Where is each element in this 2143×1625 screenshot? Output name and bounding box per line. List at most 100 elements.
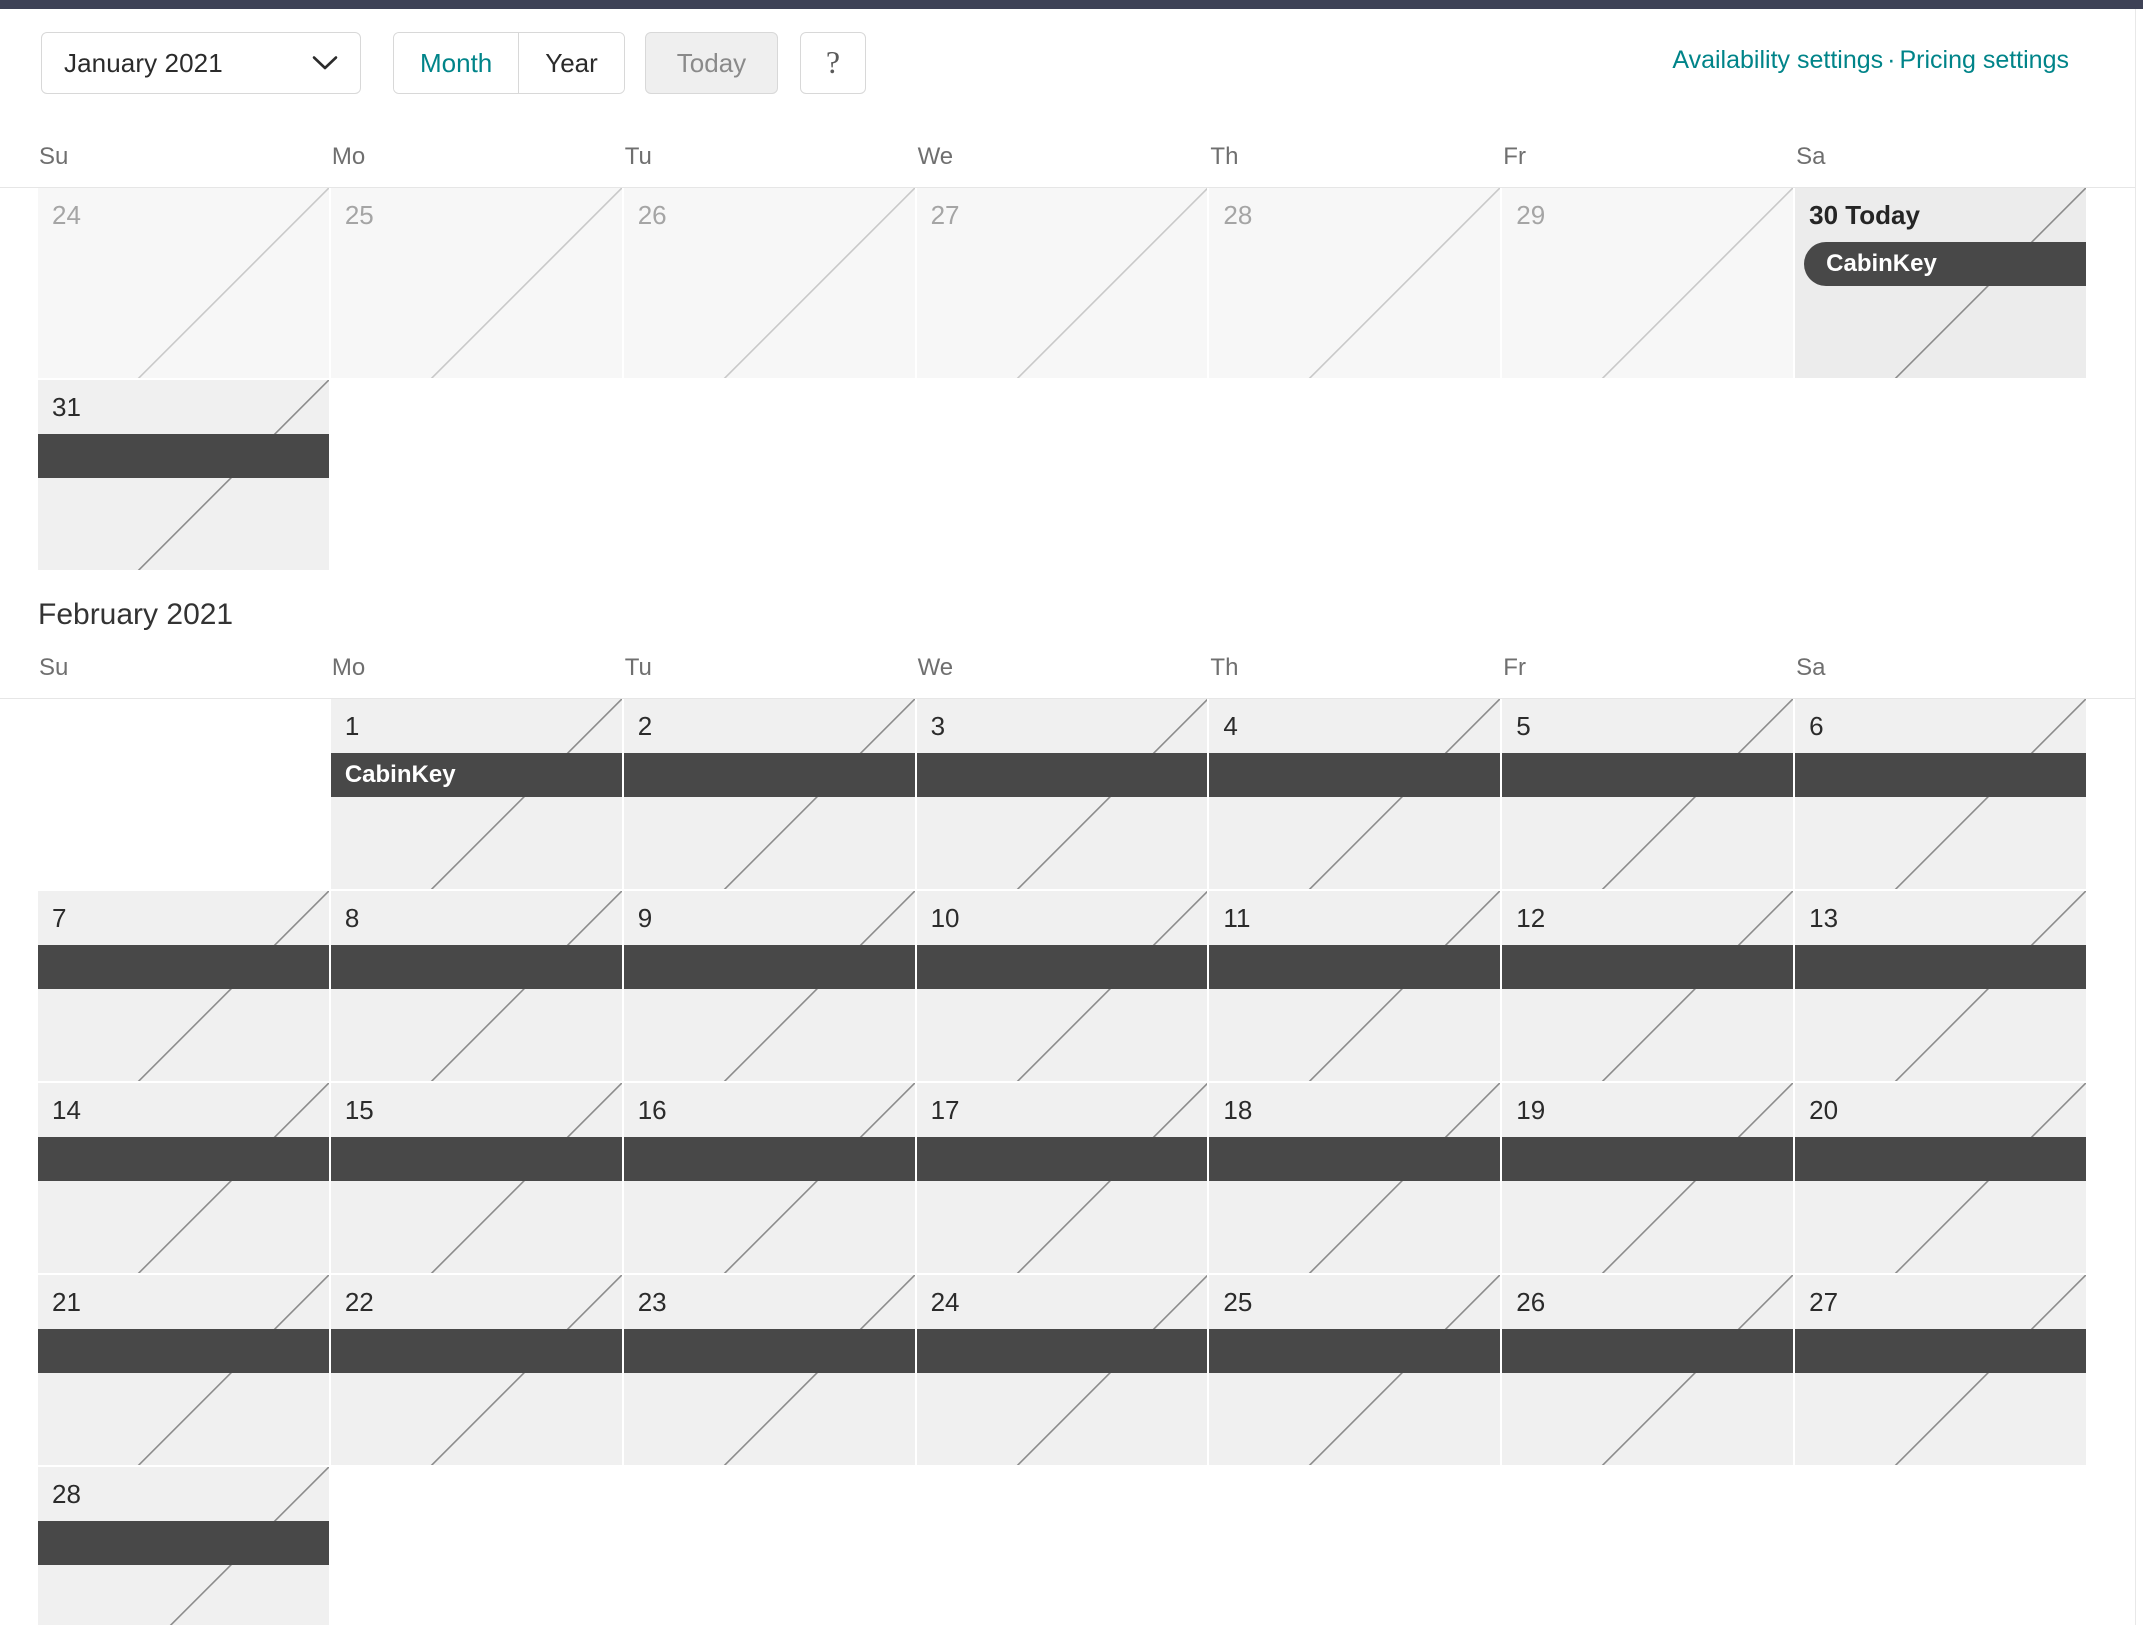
month-selector[interactable]: January 2021 (41, 32, 361, 94)
day-number: 22 (344, 1287, 374, 1317)
calendar-day-cell[interactable]: 30 Today CabinKey (1795, 188, 2088, 380)
calendar-cell-empty (916, 1467, 1210, 1625)
calendar-day-cell[interactable]: 28 (1209, 188, 1503, 380)
view-toggle-group: Month Year (393, 32, 625, 94)
calendar-cell-empty (330, 1467, 624, 1625)
calendar-day-cell[interactable]: 14 (38, 1083, 331, 1275)
day-number: 20 (1809, 1095, 1839, 1125)
calendar-day-cell[interactable]: 18 (1209, 1083, 1503, 1275)
calendar-day-cell[interactable]: 4 (1209, 699, 1503, 891)
weekday-header-row: Su Mo Tu We Th Fr Sa (38, 654, 2088, 698)
calendar-day-cell[interactable]: 27 (916, 188, 1210, 380)
day-number: 3 (930, 711, 946, 741)
calendar-day-cell[interactable]: 21 (38, 1275, 331, 1467)
calendar-day-cell[interactable]: 2 (623, 699, 917, 891)
reservation-bar[interactable] (916, 945, 1208, 989)
calendar-day-cell[interactable]: 3 (916, 699, 1210, 891)
reservation-bar[interactable]: CabinKey (330, 753, 622, 797)
calendar-day-cell[interactable]: 16 (623, 1083, 917, 1275)
calendar-day-cell[interactable]: 26 (1502, 1275, 1796, 1467)
calendar-day-cell[interactable]: 1 CabinKey (330, 699, 624, 891)
weekday-header-fr: Fr (1503, 143, 1526, 170)
calendar-day-cell[interactable]: 29 (1502, 188, 1796, 380)
calendar-cell-empty (38, 699, 331, 891)
reservation-bar[interactable] (623, 945, 915, 989)
today-button[interactable]: Today (645, 32, 778, 94)
blocked-diagonal-icon (331, 188, 622, 380)
reservation-label: CabinKey (1826, 250, 1937, 277)
reservation-bar[interactable] (330, 945, 622, 989)
calendar-cell-empty (1209, 1467, 1503, 1625)
day-number: 5 (1516, 711, 1531, 741)
reservation-bar[interactable] (1502, 753, 1794, 797)
calendar-day-cell[interactable]: 25 (1209, 1275, 1503, 1467)
calendar-day-cell[interactable]: 13 (1795, 891, 2088, 1083)
calendar-day-cell[interactable]: 20 (1795, 1083, 2088, 1275)
calendar-day-cell[interactable]: 8 (330, 891, 624, 1083)
reservation-bar[interactable] (38, 1521, 329, 1565)
reservation-bar[interactable] (623, 1137, 915, 1181)
calendar-day-cell[interactable]: 5 (1502, 699, 1796, 891)
calendar-day-cell[interactable]: 9 (623, 891, 917, 1083)
reservation-bar[interactable] (1209, 753, 1501, 797)
tab-year[interactable]: Year (519, 33, 624, 93)
calendar-day-cell[interactable]: 19 (1502, 1083, 1796, 1275)
reservation-bar[interactable] (1502, 945, 1794, 989)
reservation-bar[interactable] (916, 1329, 1208, 1373)
reservation-bar[interactable] (330, 1329, 622, 1373)
availability-settings-link[interactable]: Availability settings (1672, 46, 1883, 74)
reservation-bar[interactable] (1209, 1137, 1501, 1181)
reservation-bar[interactable]: CabinKey (1804, 242, 2086, 286)
calendar-day-cell[interactable]: 25 (330, 188, 624, 380)
reservation-bar[interactable] (1502, 1329, 1794, 1373)
reservation-bar[interactable] (1795, 753, 2086, 797)
tab-month[interactable]: Month (394, 33, 519, 93)
reservation-bar[interactable] (916, 753, 1208, 797)
reservation-bar[interactable] (1209, 945, 1501, 989)
calendar-day-cell[interactable]: 7 (38, 891, 331, 1083)
reservation-bar[interactable] (1209, 1329, 1501, 1373)
day-number: 30 Today (1809, 200, 1920, 230)
weekday-header-row: Su Mo Tu We Th Fr Sa (38, 143, 2088, 187)
help-button[interactable]: ? (800, 32, 866, 94)
day-number: 7 (52, 903, 67, 933)
reservation-bar[interactable] (38, 434, 329, 478)
weekday-header-su: Su (39, 143, 69, 170)
calendar-day-cell[interactable]: 15 (330, 1083, 624, 1275)
reservation-bar[interactable] (1795, 1329, 2086, 1373)
reservation-bar[interactable] (1795, 945, 2086, 989)
day-number: 25 (344, 200, 374, 230)
calendar-day-cell[interactable]: 24 (916, 1275, 1210, 1467)
calendar-day-cell[interactable]: 24 (38, 188, 331, 380)
reservation-bar[interactable] (38, 945, 329, 989)
calendar-day-cell[interactable]: 31 (38, 380, 331, 572)
calendar-day-cell[interactable]: 26 (623, 188, 917, 380)
calendar-day-cell[interactable]: 17 (916, 1083, 1210, 1275)
reservation-bar[interactable] (1795, 1137, 2086, 1181)
calendar-cell-empty (1502, 380, 1796, 572)
reservation-bar[interactable] (1502, 1137, 1794, 1181)
reservation-bar[interactable] (38, 1329, 329, 1373)
calendar-day-cell[interactable]: 22 (330, 1275, 624, 1467)
weekday-header-th: Th (1210, 654, 1239, 681)
day-number: 13 (1809, 903, 1839, 933)
reservation-bar[interactable] (623, 1329, 915, 1373)
reservation-bar[interactable] (38, 1137, 329, 1181)
page-right-divider (2135, 9, 2136, 1625)
calendar-cell-empty (623, 1467, 917, 1625)
day-number: 1 (344, 711, 360, 741)
reservation-bar[interactable] (916, 1137, 1208, 1181)
calendar-day-cell[interactable]: 12 (1502, 891, 1796, 1083)
reservation-bar[interactable] (623, 753, 915, 797)
calendar-day-cell[interactable]: 10 (916, 891, 1210, 1083)
calendar-day-cell[interactable]: 28 (38, 1467, 331, 1625)
calendar-day-cell[interactable]: 27 (1795, 1275, 2088, 1467)
calendar-day-cell[interactable]: 11 (1209, 891, 1503, 1083)
pricing-settings-link[interactable]: Pricing settings (1899, 46, 2069, 74)
calendar-day-cell[interactable]: 6 (1795, 699, 2088, 891)
calendar-day-cell[interactable]: 23 (623, 1275, 917, 1467)
reservation-bar[interactable] (330, 1137, 622, 1181)
reservation-label: CabinKey (344, 761, 456, 788)
day-number: 16 (637, 1095, 667, 1125)
day-number: 19 (1516, 1095, 1546, 1125)
